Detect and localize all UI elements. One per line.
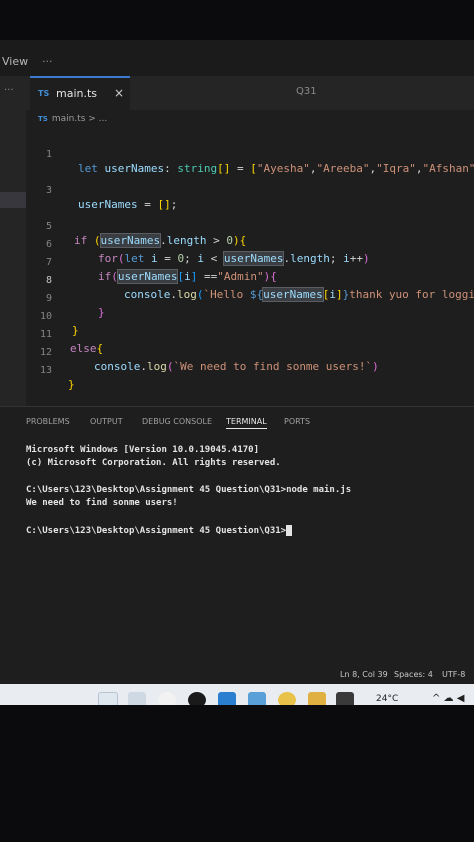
code-line: 6 for(let i = 0; i < userNames.length; i… — [26, 226, 370, 266]
bottom-panel: PROBLEMS OUTPUT DEBUG CONSOLE TERMINAL P… — [0, 406, 474, 667]
task-view-icon[interactable] — [98, 692, 118, 705]
line-number: 13 — [39, 365, 52, 376]
menu-bar: View ... — [0, 40, 474, 76]
tiktok-icon[interactable] — [188, 692, 206, 705]
terminal-line: C:\Users\123\Desktop\Assignment 45 Quest… — [26, 485, 352, 495]
code-text: userNames = []; — [78, 198, 178, 211]
code-text: for(let i = 0; i < userNames.length; i++… — [98, 251, 370, 266]
tab-debug-console[interactable]: DEBUG CONSOLE — [142, 417, 212, 426]
system-tray[interactable]: ^ ☁ ◀ — [432, 693, 464, 704]
cursor-position[interactable]: Ln 8, Col 39 — [340, 670, 388, 679]
terminal-prompt[interactable]: C:\Users\123\Desktop\Assignment 45 Quest… — [26, 525, 293, 536]
code-line: 12 console.log(`We need to find sonme us… — [26, 334, 379, 373]
sidebar-selected-item[interactable] — [0, 192, 26, 208]
tab-main-ts[interactable]: TS main.ts × — [30, 76, 130, 110]
panel-tabs: PROBLEMS OUTPUT DEBUG CONSOLE TERMINAL P… — [26, 413, 466, 433]
chrome-icon[interactable] — [158, 692, 176, 705]
code-text: } — [68, 378, 75, 391]
sidebar: ... — [0, 76, 26, 406]
indent-setting[interactable]: Spaces: 4 — [394, 670, 433, 679]
terminal-app-icon[interactable] — [336, 692, 354, 705]
folder-label: Q31 — [296, 86, 317, 97]
terminal-prompt-text: C:\Users\123\Desktop\Assignment 45 Quest… — [26, 526, 287, 536]
code-line: 13 } — [26, 352, 75, 391]
tab-label: main.ts — [56, 87, 98, 100]
tab-ports[interactable]: PORTS — [284, 417, 310, 426]
code-text: console.log(`Hello ${userNames[i]}thank … — [124, 287, 474, 302]
typescript-file-icon: TS — [38, 115, 48, 123]
breadcrumb-path: main.ts > ... — [51, 114, 108, 124]
code-text: if (userNames.length > 0){ — [74, 233, 247, 248]
editor-tab-bar: TS main.ts × Q31 — [26, 76, 474, 110]
terminal-cursor — [286, 525, 293, 536]
terminal-line: (c) Microsoft Corporation. All rights re… — [26, 458, 281, 468]
code-text: if(userNames[i] =="Admin"){ — [98, 269, 277, 284]
menu-more-icon[interactable]: ... — [42, 52, 53, 65]
close-icon[interactable]: × — [114, 86, 124, 100]
browser-icon[interactable] — [278, 692, 296, 705]
code-line: 10 } — [26, 298, 79, 337]
code-line: 11 else{ — [26, 316, 103, 355]
code-line: 9 } — [26, 280, 105, 319]
tab-terminal[interactable]: TERMINAL — [226, 417, 267, 429]
code-text: console.log(`We need to find sonme users… — [94, 360, 379, 373]
tab-output[interactable]: OUTPUT — [90, 417, 123, 426]
status-bar: Ln 8, Col 39 Spaces: 4 UTF-8 — [0, 666, 474, 684]
terminal-line: We need to find sonme users! — [26, 498, 178, 508]
code-text: else{ — [70, 342, 104, 355]
vscode-icon[interactable] — [218, 692, 236, 705]
widgets-icon[interactable] — [128, 692, 146, 705]
code-text: } — [98, 306, 105, 319]
file-explorer-icon[interactable] — [308, 692, 326, 705]
code-line: 7 if(userNames[i] =="Admin"){ — [26, 244, 277, 284]
typescript-file-icon: TS — [38, 89, 50, 98]
code-text: let userNames: string[] = ["Ayesha","Are… — [78, 162, 474, 175]
taskbar: 24°C ^ ☁ ◀ — [0, 684, 474, 705]
code-text: } — [72, 324, 79, 337]
store-icon[interactable] — [248, 692, 266, 705]
tab-problems[interactable]: PROBLEMS — [26, 417, 70, 426]
code-line: 3 userNames = []; — [26, 172, 177, 211]
screen: View ... ... TS main.ts × Q31 TS main.ts … — [0, 40, 474, 705]
code-line: 1 let userNames: string[] = ["Ayesha","A… — [26, 136, 474, 175]
code-line: 8 console.log(`Hello ${userNames[i]}than… — [26, 262, 474, 302]
menu-view[interactable]: View — [2, 55, 28, 68]
sidebar-more-icon[interactable]: ... — [4, 82, 14, 93]
code-editor[interactable]: 1 let userNames: string[] = ["Ayesha","A… — [26, 132, 474, 404]
weather-widget[interactable]: 24°C — [376, 694, 398, 704]
code-line: 5 if (userNames.length > 0){ — [26, 208, 246, 248]
terminal-line: Microsoft Windows [Version 10.0.19045.41… — [26, 445, 259, 455]
file-encoding[interactable]: UTF-8 — [442, 670, 465, 679]
breadcrumb[interactable]: TS main.ts > ... — [38, 114, 107, 124]
